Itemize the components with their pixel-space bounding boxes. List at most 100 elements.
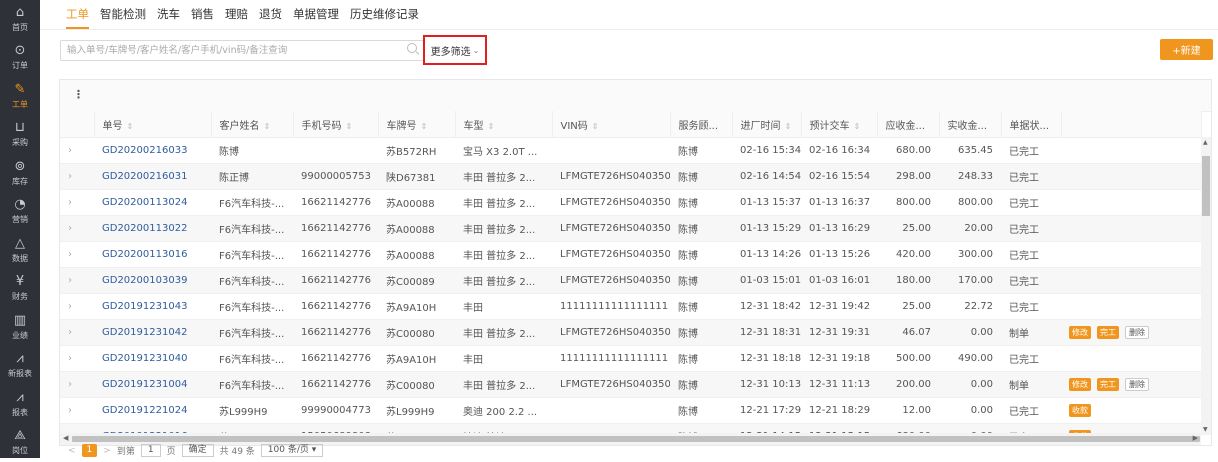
column-header[interactable]: 应收金... bbox=[877, 111, 939, 138]
search-input[interactable] bbox=[61, 41, 413, 60]
order-number-cell[interactable]: GD20200216033 bbox=[94, 138, 211, 164]
sort-icon[interactable]: ⇕ bbox=[854, 122, 861, 131]
next-page-icon[interactable]: > bbox=[103, 446, 111, 456]
sidebar-item[interactable]: ✎工单 bbox=[0, 77, 40, 116]
table-row[interactable]: ›GD20191231043F6汽车科技-...16621142776苏A9A1… bbox=[60, 294, 1201, 320]
table-row[interactable]: ›GD20191231004F6汽车科技-...16621142776苏C000… bbox=[60, 372, 1201, 398]
table-row[interactable]: ›GD20200216033陈博苏B572RH宝马 X3 2.0T ...陈博0… bbox=[60, 138, 1201, 164]
expand-cell[interactable]: › bbox=[60, 190, 94, 216]
horizontal-scrollbar-thumb[interactable] bbox=[72, 436, 1200, 442]
sort-icon[interactable]: ⇕ bbox=[421, 122, 428, 131]
table-row[interactable]: ›GD20191221024苏L999H999990004773苏L999H9奥… bbox=[60, 398, 1201, 424]
table-row[interactable]: ›GD20200113024F6汽车科技-...16621142776苏A000… bbox=[60, 190, 1201, 216]
sidebar-item[interactable]: ⩘报表 bbox=[0, 385, 40, 424]
column-header[interactable]: 实收金... bbox=[939, 111, 1001, 138]
sort-icon[interactable]: ⇕ bbox=[346, 122, 353, 131]
expand-cell[interactable]: › bbox=[60, 372, 94, 398]
order-number-cell[interactable]: GD20191231004 bbox=[94, 372, 211, 398]
tab[interactable]: 销售 bbox=[191, 0, 214, 29]
sort-icon[interactable]: ⇕ bbox=[592, 122, 599, 131]
search-icon[interactable] bbox=[407, 43, 417, 53]
column-header[interactable]: VIN码⇕ bbox=[552, 111, 670, 138]
order-number-cell[interactable]: GD20200113016 bbox=[94, 242, 211, 268]
tab[interactable]: 工单 bbox=[66, 0, 89, 29]
table-row[interactable]: ›GD20191231042F6汽车科技-...16621142776苏C000… bbox=[60, 320, 1201, 346]
chevron-right-icon[interactable]: › bbox=[68, 405, 72, 416]
sidebar-item[interactable]: ▥业绩 bbox=[0, 308, 40, 347]
expand-cell[interactable]: › bbox=[60, 268, 94, 294]
sidebar-item[interactable]: ◔营销 bbox=[0, 193, 40, 232]
sidebar-item[interactable]: ⩘新报表 bbox=[0, 347, 40, 386]
scroll-left-arrow-icon[interactable]: ◀ bbox=[63, 434, 68, 442]
vertical-scrollbar[interactable]: ▲ ▼ bbox=[1201, 137, 1211, 435]
chevron-right-icon[interactable]: › bbox=[68, 197, 72, 208]
column-header[interactable]: 单号⇕ bbox=[94, 111, 211, 138]
chevron-right-icon[interactable]: › bbox=[68, 223, 72, 234]
expand-cell[interactable]: › bbox=[60, 294, 94, 320]
column-header[interactable]: 服务顾... bbox=[670, 111, 732, 138]
scroll-right-arrow-icon[interactable]: ▶ bbox=[1193, 434, 1198, 442]
page-button-current[interactable]: 1 bbox=[82, 444, 98, 457]
expand-cell[interactable]: › bbox=[60, 398, 94, 424]
chevron-right-icon[interactable]: › bbox=[68, 379, 72, 390]
expand-cell[interactable]: › bbox=[60, 242, 94, 268]
chevron-right-icon[interactable]: › bbox=[68, 327, 72, 338]
column-header[interactable]: 预计交车⇕ bbox=[801, 111, 877, 138]
expand-cell[interactable]: › bbox=[60, 164, 94, 190]
page-size-select[interactable]: 100 条/页 ▾ bbox=[261, 444, 323, 457]
more-filter-button[interactable]: 更多筛选 ⌄ bbox=[423, 35, 487, 65]
scroll-down-arrow-icon[interactable]: ▼ bbox=[1203, 426, 1208, 433]
order-number-cell[interactable]: GD20191231043 bbox=[94, 294, 211, 320]
table-row[interactable]: ›GD20200216031陈正博99000005753陕D67381丰田 普拉… bbox=[60, 164, 1201, 190]
sort-icon[interactable]: ⇕ bbox=[264, 122, 271, 131]
sidebar-item[interactable]: △数据 bbox=[0, 231, 40, 270]
order-number-cell[interactable]: GD20200103039 bbox=[94, 268, 211, 294]
column-header[interactable]: 单据状... bbox=[1001, 111, 1061, 138]
row-action-button[interactable]: 修改 bbox=[1069, 378, 1091, 391]
table-row[interactable]: ›GD20200113016F6汽车科技-...16621142776苏A000… bbox=[60, 242, 1201, 268]
sidebar-item[interactable]: ⟁岗位 bbox=[0, 424, 40, 462]
chevron-right-icon[interactable]: › bbox=[68, 171, 72, 182]
expand-cell[interactable]: › bbox=[60, 216, 94, 242]
row-action-button[interactable]: 完工 bbox=[1097, 378, 1119, 391]
row-action-button[interactable]: 修改 bbox=[1069, 326, 1091, 339]
new-button[interactable]: +新建 bbox=[1160, 39, 1213, 60]
sidebar-item[interactable]: ⊙订单 bbox=[0, 39, 40, 78]
row-action-button[interactable]: 收款 bbox=[1069, 404, 1091, 417]
scroll-up-arrow-icon[interactable]: ▲ bbox=[1203, 139, 1208, 146]
column-header[interactable]: 客户姓名⇕ bbox=[211, 111, 293, 138]
sidebar-item[interactable]: ⊔采购 bbox=[0, 116, 40, 155]
chevron-right-icon[interactable]: › bbox=[68, 275, 72, 286]
row-action-button[interactable]: 完工 bbox=[1097, 326, 1119, 339]
chevron-right-icon[interactable]: › bbox=[68, 301, 72, 312]
column-header[interactable]: 车牌号⇕ bbox=[378, 111, 455, 138]
tab[interactable]: 退货 bbox=[259, 0, 282, 29]
expand-cell[interactable]: › bbox=[60, 346, 94, 372]
sidebar-item[interactable]: ⌂首页 bbox=[0, 0, 40, 39]
table-row[interactable]: ›GD20200103039F6汽车科技-...16621142776苏C000… bbox=[60, 268, 1201, 294]
order-number-cell[interactable]: GD20200113024 bbox=[94, 190, 211, 216]
column-settings-icon[interactable]: ⋮ bbox=[73, 88, 84, 101]
table-row[interactable]: ›GD20200113022F6汽车科技-...16621142776苏A000… bbox=[60, 216, 1201, 242]
order-number-cell[interactable]: GD20191231040 bbox=[94, 346, 211, 372]
sidebar-item[interactable]: ¥财务 bbox=[0, 270, 40, 309]
order-number-cell[interactable]: GD20191221024 bbox=[94, 398, 211, 424]
tab[interactable]: 洗车 bbox=[157, 0, 180, 29]
column-header[interactable]: 进厂时间⇕ bbox=[732, 111, 801, 138]
column-header[interactable]: 手机号码⇕ bbox=[293, 111, 378, 138]
prev-page-icon[interactable]: < bbox=[68, 446, 76, 456]
order-number-cell[interactable]: GD20191231042 bbox=[94, 320, 211, 346]
column-header[interactable]: 车型⇕ bbox=[455, 111, 552, 138]
tab[interactable]: 单据管理 bbox=[293, 0, 339, 29]
chevron-right-icon[interactable]: › bbox=[68, 145, 72, 156]
sort-icon[interactable]: ⇕ bbox=[488, 122, 495, 131]
tab[interactable]: 理赔 bbox=[225, 0, 248, 29]
vertical-scrollbar-thumb[interactable] bbox=[1202, 156, 1210, 216]
order-number-cell[interactable]: GD20200113022 bbox=[94, 216, 211, 242]
table-row[interactable]: ›GD20191231040F6汽车科技-...16621142776苏A9A1… bbox=[60, 346, 1201, 372]
chevron-right-icon[interactable]: › bbox=[68, 353, 72, 364]
sidebar-item[interactable]: ⊚库存 bbox=[0, 154, 40, 193]
expand-cell[interactable]: › bbox=[60, 138, 94, 164]
row-action-button[interactable]: 删除 bbox=[1125, 378, 1149, 391]
confirm-button[interactable]: 确定 bbox=[182, 444, 214, 457]
